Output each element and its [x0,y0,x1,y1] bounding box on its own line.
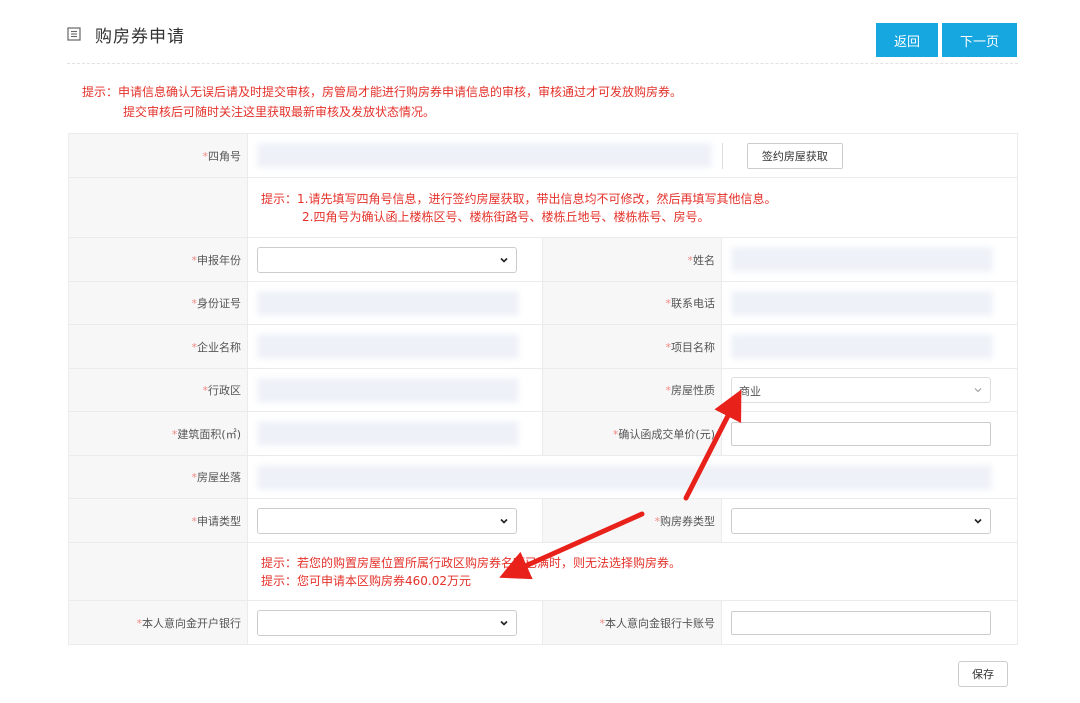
application-form: *四角号 签约房屋获取 提示：1.请先填写四角号信息，进行签约房屋获取，带出信息… [68,133,1018,645]
name-value-blurred [731,247,993,272]
district-label: *行政区 [68,368,248,412]
form-row-type: *申请类型 *购房券类型 [68,498,1018,543]
form-row-location: *房屋坐落 [68,455,1018,499]
name-label: *姓名 [542,237,722,282]
price-label: *确认函成交单价(元) [542,411,722,456]
card-number-input[interactable] [731,610,991,635]
district-value-blurred [257,377,519,403]
save-button[interactable]: 保存 [958,661,1008,687]
sijiao-input-blurred[interactable] [257,142,723,169]
form-row-id-phone: *身份证号 *联系电话 [68,281,1018,325]
price-input[interactable] [731,421,991,446]
phone-label: *联系电话 [542,281,722,325]
submit-notice: 提示：申请信息确认无误后请及时提交审核，房管局才能进行购房券申请信息的审核，审核… [82,82,682,122]
area-label: *建筑面积(㎡) [68,411,248,456]
chevron-down-icon [500,620,508,626]
coupon-type-select[interactable] [731,507,991,534]
form-row-tip1: 提示：1.请先填写四角号信息，进行签约房屋获取，带出信息均不可修改，然后再填写其… [68,177,1018,238]
form-row-company-project: *企业名称 *项目名称 [68,324,1018,369]
back-button[interactable]: 返回 [876,23,938,57]
area-value-blurred [257,421,519,446]
chevron-down-icon [500,257,508,263]
location-label: *房屋坐落 [68,455,248,499]
form-row-district-nature: *行政区 *房屋性质 商业 [68,368,1018,412]
company-label: *企业名称 [68,324,248,369]
header-divider [67,63,1018,64]
form-row-bank: *本人意向金开户银行 *本人意向金银行卡账号 [68,600,1018,645]
nature-select-value: 商业 [739,385,761,398]
coupon-tip-line-1: 提示：若您的购置房屋位置所属行政区购房券名额已满时，则无法选择购房券。 [261,555,682,570]
nature-label: *房屋性质 [542,368,722,412]
form-row-area-price: *建筑面积(㎡) *确认函成交单价(元) [68,411,1018,456]
notice-line-1: 提示：申请信息确认无误后请及时提交审核，房管局才能进行购房券申请信息的审核，审核… [82,85,683,99]
id-label: *身份证号 [68,281,248,325]
bank-select[interactable] [257,609,517,636]
sijiao-label: *四角号 [68,133,248,178]
form-row-tip2: 提示：若您的购置房屋位置所属行政区购房券名额已满时，则无法选择购房券。 提示：您… [68,542,1018,601]
form-row-sijiao: *四角号 签约房屋获取 [68,133,1018,178]
sijiao-tip: 提示：1.请先填写四角号信息，进行签约房屋获取，带出信息均不可修改，然后再填写其… [247,177,1018,238]
fetch-signed-house-button[interactable]: 签约房屋获取 [746,142,843,169]
sijiao-field: 签约房屋获取 [247,133,1018,178]
coupon-type-label: *购房券类型 [542,498,722,543]
document-icon [67,27,81,41]
location-value-blurred [257,464,992,490]
chevron-down-icon [974,518,982,524]
chevron-down-icon [974,388,982,393]
sijiao-tip-line-2: 2.四角号为确认函上楼栋区号、楼栋街路号、楼栋丘地号、楼栋栋号、房号。 [302,209,710,224]
coupon-tip: 提示：若您的购置房屋位置所属行政区购房券名额已满时，则无法选择购房券。 提示：您… [247,542,1018,601]
bank-label: *本人意向金开户银行 [68,600,248,645]
sijiao-tip-line-1: 提示：1.请先填写四角号信息，进行签约房屋获取，带出信息均不可修改，然后再填写其… [261,191,777,206]
project-value-blurred [731,334,993,359]
apply-type-select[interactable] [257,507,517,534]
coupon-tip-line-2: 提示：您可申请本区购房券460.02万元 [261,573,471,588]
page-title: 购房券申请 [95,27,185,47]
id-value-blurred [257,290,519,316]
nature-select[interactable]: 商业 [731,377,991,403]
phone-value-blurred [731,290,993,316]
project-label: *项目名称 [542,324,722,369]
next-page-button[interactable]: 下一页 [942,23,1017,57]
chevron-down-icon [500,518,508,524]
form-row-year-name: *申报年份 *姓名 [68,237,1018,282]
year-select[interactable] [257,246,517,273]
company-value-blurred [257,334,519,359]
year-label: *申报年份 [68,237,248,282]
card-label: *本人意向金银行卡账号 [542,600,722,645]
apply-type-label: *申请类型 [68,498,248,543]
notice-line-2: 提交审核后可随时关注这里获取最新审核及发放状态情况。 [123,105,436,119]
